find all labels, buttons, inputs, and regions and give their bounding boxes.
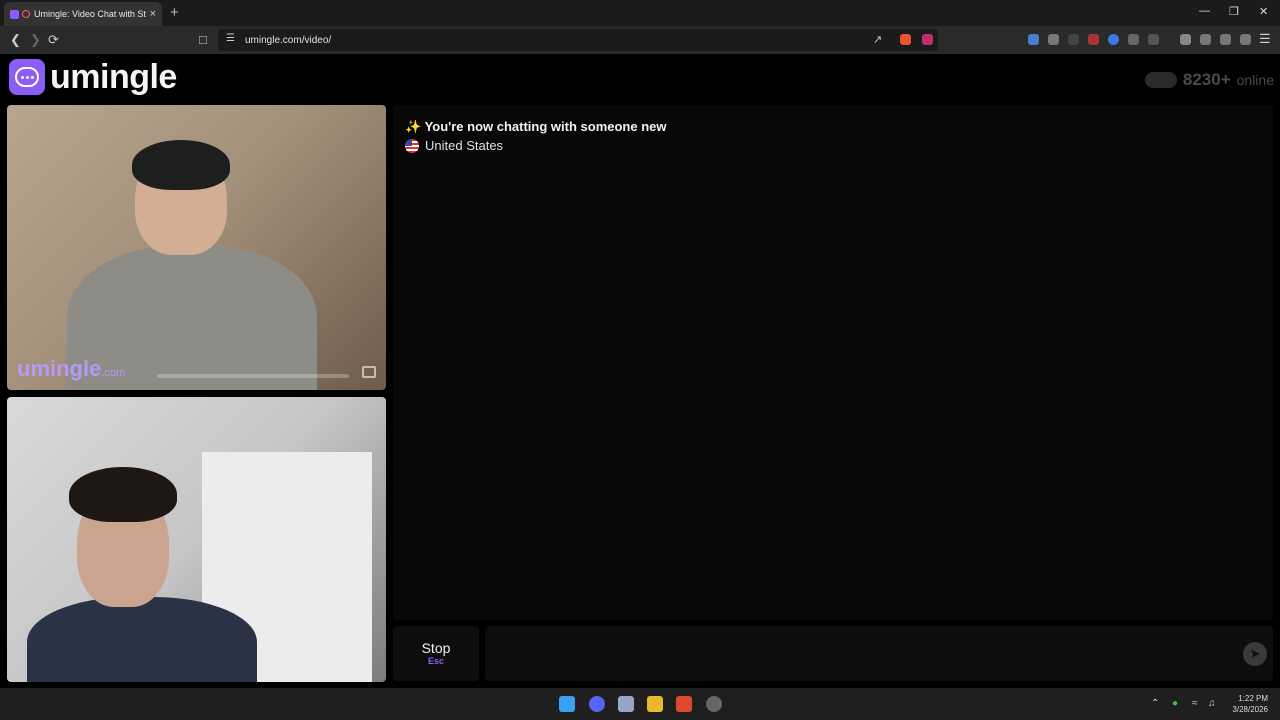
online-indicator: 8230+ online xyxy=(1144,70,1274,90)
clock-time: 1:22 PM xyxy=(1238,694,1268,703)
site-settings-icon[interactable]: ☰ xyxy=(226,33,235,44)
brave-browser-icon[interactable] xyxy=(676,696,692,712)
bookmark-icon[interactable]: □ xyxy=(199,32,207,47)
file-explorer-icon[interactable] xyxy=(647,696,663,712)
chat-panel: ✨ You're now chatting with someone new U… xyxy=(393,105,1273,620)
country-label: United States xyxy=(425,138,504,153)
stop-label: Stop xyxy=(421,640,451,656)
online-label: online xyxy=(1236,72,1274,88)
stop-shortcut: Esc xyxy=(427,656,444,666)
tray-chevron-icon[interactable]: ⌃ xyxy=(1151,698,1159,709)
self-figure xyxy=(27,597,257,682)
minimize-button[interactable]: — xyxy=(1199,5,1210,17)
browser-toolbar: ❮ ❯ ⟳ □ ☰ umingle.com/video/ ↗ ☰ xyxy=(0,26,1280,54)
reload-icon[interactable]: ⟳ xyxy=(48,32,59,48)
stop-button[interactable]: Stop Esc xyxy=(393,626,479,681)
extension-red-icon[interactable] xyxy=(1088,34,1099,45)
tab-close-button[interactable]: × xyxy=(150,8,156,20)
new-tab-button[interactable]: + xyxy=(170,4,179,21)
windows-taskbar: ⌃ ● ≈ ♫ 1:22 PM 3/28/2026 xyxy=(0,688,1280,720)
sidebar-toggle-icon[interactable] xyxy=(1180,34,1191,45)
theme-toggle[interactable] xyxy=(1144,72,1177,88)
extension-pen-icon[interactable] xyxy=(1048,34,1059,45)
umingle-favicon-icon xyxy=(10,9,19,19)
extension-box-icon[interactable] xyxy=(1148,34,1159,45)
wallet-icon[interactable] xyxy=(1200,34,1211,45)
menu-icon[interactable]: ☰ xyxy=(1259,31,1271,47)
send-icon[interactable]: ➤ xyxy=(1243,642,1267,666)
umingle-watermark: umingle.com xyxy=(17,356,126,381)
stranger-country: United States xyxy=(405,138,503,153)
obs-icon[interactable] xyxy=(706,696,722,712)
browser-tab-strip: Umingle: Video Chat with Stra × + — ❐ ✕ xyxy=(0,0,1280,26)
logo-text[interactable]: umingle xyxy=(50,58,177,97)
audio-playing-icon xyxy=(22,10,30,18)
report-flag-icon[interactable] xyxy=(362,366,376,378)
volume-icon[interactable]: ♫ xyxy=(1208,698,1216,709)
extension-translate-icon[interactable] xyxy=(1028,34,1039,45)
chat-bubble-icon xyxy=(15,67,39,87)
share-icon[interactable]: ↗ xyxy=(873,33,882,46)
video-progress-bar xyxy=(157,374,349,378)
taskbar-clock[interactable]: 1:22 PM 3/28/2026 xyxy=(1232,693,1268,715)
discord-icon[interactable] xyxy=(589,696,605,712)
windows-start-icon[interactable] xyxy=(559,696,575,712)
forward-arrow-icon[interactable]: ❯ xyxy=(30,32,41,48)
message-input[interactable]: ➤ xyxy=(485,626,1273,681)
close-window-button[interactable]: ✕ xyxy=(1259,5,1268,18)
extension-gray-icon[interactable] xyxy=(1068,34,1079,45)
stranger-beanie xyxy=(132,140,230,190)
url-text: umingle.com/video/ xyxy=(245,35,332,46)
umingle-logo-icon[interactable] xyxy=(9,59,45,95)
wifi-icon[interactable]: ≈ xyxy=(1192,698,1198,709)
clock-date: 3/28/2026 xyxy=(1232,705,1268,714)
us-flag-icon xyxy=(405,138,419,153)
extensions-puzzle-icon[interactable] xyxy=(1128,34,1139,45)
brave-rewards-icon[interactable] xyxy=(922,34,933,45)
address-bar[interactable]: ☰ umingle.com/video/ ↗ xyxy=(218,29,938,51)
microphone-icon[interactable]: ● xyxy=(1172,698,1178,709)
brave-shields-icon[interactable] xyxy=(900,34,911,45)
app-icon[interactable] xyxy=(618,696,634,712)
self-video xyxy=(7,397,386,682)
restore-button[interactable]: ❐ xyxy=(1229,5,1239,18)
vpn-shield-icon[interactable] xyxy=(1240,34,1251,45)
self-hair xyxy=(69,467,177,522)
leo-ai-icon[interactable] xyxy=(1220,34,1231,45)
system-message: ✨ You're now chatting with someone new xyxy=(405,119,667,134)
browser-tab[interactable]: Umingle: Video Chat with Stra × xyxy=(4,2,162,26)
stranger-video: umingle.com xyxy=(7,105,386,390)
tab-title: Umingle: Video Chat with Stra xyxy=(34,9,146,19)
back-arrow-icon[interactable]: ❮ xyxy=(10,32,21,48)
extension-blue-icon[interactable] xyxy=(1108,34,1119,45)
online-count: 8230+ xyxy=(1182,70,1231,89)
